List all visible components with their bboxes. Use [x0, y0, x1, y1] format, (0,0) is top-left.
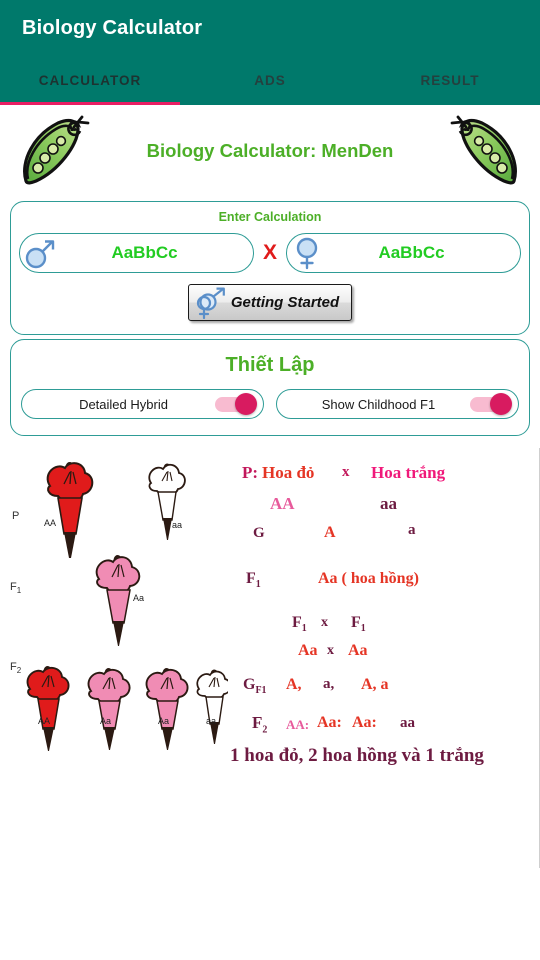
f2-label: F2	[252, 713, 268, 736]
g-label: G	[253, 525, 265, 541]
genotype-label-p-aa-recessive: aa	[172, 520, 183, 530]
settings-toggle-row: Detailed Hybrid Show Childhood F1	[11, 377, 529, 435]
genotype-label-f2-2: Aa	[100, 716, 112, 726]
genotype-label-f2-3: Aa	[158, 716, 170, 726]
getting-started-label: Getting Started	[230, 294, 340, 311]
app-root: Biology Calculator CALCULATOR ADS RESULT	[0, 0, 540, 960]
g-gamete-2: a	[408, 522, 416, 538]
flower-f2-red	[26, 666, 70, 751]
p-genotype-1: AA	[270, 494, 295, 513]
toggle-detailed-hybrid[interactable]: Detailed Hybrid	[21, 389, 264, 419]
calculation-card-title: Enter Calculation	[218, 210, 322, 224]
p-label: P:	[242, 463, 259, 482]
app-bar: Biology Calculator	[0, 0, 540, 56]
genetics-text-panel: P: Hoa đỏ x Hoa trắng AA aa G A a F1 Aa …	[228, 448, 539, 868]
f1-label: F1	[246, 570, 261, 591]
male-female-combined-icon	[196, 287, 225, 319]
gf1-gamete-c: A, a	[361, 676, 389, 693]
toggle-show-childhood-f1-switch[interactable]	[470, 393, 512, 415]
female-symbol-icon	[296, 237, 318, 270]
male-genotype-value[interactable]: AaBbCc	[58, 243, 253, 263]
switch-thumb	[235, 393, 257, 415]
f1-genotype-cross: x	[327, 643, 334, 658]
pea-pod-icon	[450, 115, 517, 185]
male-symbol-icon	[25, 240, 55, 269]
pea-pod-icon	[23, 115, 90, 185]
conclusion-text: 1 hoa đỏ, 2 hoa hồng và 1 trắng	[230, 745, 484, 766]
p-parent2: Hoa trắng	[371, 463, 446, 482]
genotype-label-f2-4: aa	[206, 716, 217, 726]
flower-f2-pink-2	[145, 668, 189, 750]
tab-active-indicator	[0, 101, 180, 105]
p-genotype-2: aa	[380, 494, 397, 513]
f2-ratio-3: Aa:	[352, 714, 377, 731]
flower-inheritance-diagram: P F1 F2 AA aa Aa AA Aa Aa aa	[0, 448, 232, 868]
tab-result[interactable]: RESULT	[360, 56, 540, 105]
gf1-gamete-a: A,	[286, 676, 302, 693]
settings-card-title: Thiết Lập	[225, 354, 315, 376]
genotype-label-f2-1: AA	[38, 716, 51, 726]
genotype-label-p-aa-dominant: AA	[44, 518, 57, 528]
gf1-label: GF1	[243, 676, 267, 697]
f1-cross-right: F1	[351, 614, 366, 635]
g-gamete-1: A	[324, 524, 336, 541]
female-genotype-field[interactable]: AaBbCc	[286, 233, 522, 273]
generation-label-f1: F1	[10, 581, 22, 596]
enter-calculation-card: Enter Calculation AaBbCc X AaBbCc Gettin…	[10, 201, 530, 335]
flower-f2-white	[196, 669, 232, 744]
app-title: Biology Calculator	[22, 16, 203, 39]
p-parent1: Hoa đỏ	[262, 463, 315, 482]
genotype-input-row: AaBbCc X AaBbCc	[11, 224, 529, 273]
getting-started-row: Getting Started	[11, 273, 529, 334]
f2-ratio-4: aa	[400, 715, 415, 731]
f2-ratio-1: AA:	[286, 717, 310, 732]
flower-diagram-svg	[26, 462, 232, 751]
f1-cross-symbol: x	[321, 615, 328, 630]
switch-thumb	[490, 393, 512, 415]
tab-calculator[interactable]: CALCULATOR	[0, 56, 180, 105]
tab-ads[interactable]: ADS	[180, 56, 360, 105]
result-diagram-area: P F1 F2 AA aa Aa AA Aa Aa aa P: Hoa đỏ x…	[0, 448, 540, 868]
f1-cross-left: F1	[292, 614, 307, 635]
male-genotype-field[interactable]: AaBbCc	[19, 233, 254, 273]
generation-label-f2: F2	[10, 661, 22, 676]
getting-started-button[interactable]: Getting Started	[187, 284, 353, 321]
gf1-gamete-b: a,	[323, 676, 335, 692]
flower-f2-pink-1	[87, 668, 131, 750]
p-cross-symbol: x	[342, 464, 350, 480]
female-genotype-value[interactable]: AaBbCc	[325, 243, 520, 263]
settings-card: Thiết Lập Detailed Hybrid Show Childhood…	[10, 339, 530, 436]
cross-symbol: X	[263, 241, 278, 264]
f1-genotype-right: Aa	[348, 642, 368, 659]
toggle-detailed-hybrid-label: Detailed Hybrid	[79, 396, 168, 412]
f1-genotype: Aa ( hoa hồng)	[318, 570, 419, 587]
toggle-show-childhood-f1-label: Show Childhood F1	[321, 396, 436, 412]
page-title-row: Biology Calculator: MenDen	[0, 105, 540, 197]
generation-label-p: P	[12, 510, 20, 522]
toggle-show-childhood-f1[interactable]: Show Childhood F1	[276, 389, 519, 419]
tab-bar: CALCULATOR ADS RESULT	[0, 56, 540, 105]
flower-p-red	[46, 462, 94, 558]
f2-ratio-2: Aa:	[317, 714, 342, 731]
genotype-label-f1-aa: Aa	[133, 593, 145, 603]
toggle-detailed-hybrid-switch[interactable]	[215, 393, 257, 415]
page-title: Biology Calculator: MenDen	[146, 140, 394, 161]
f1-genotype-left: Aa	[298, 642, 318, 659]
